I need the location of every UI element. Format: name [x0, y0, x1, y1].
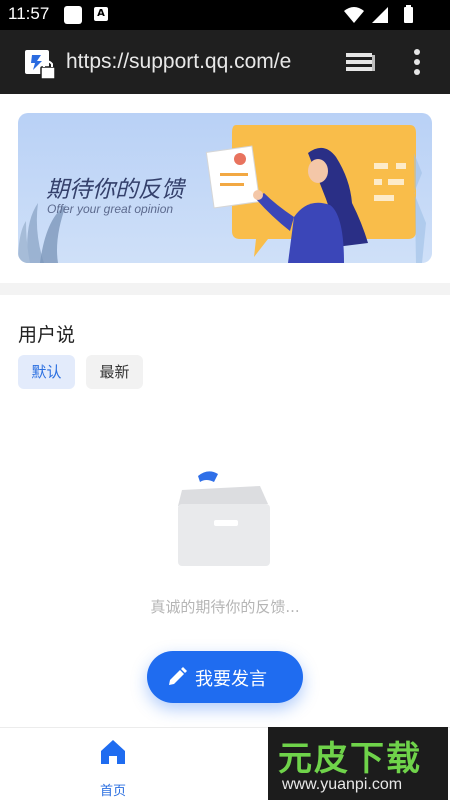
post-comment-button[interactable]: 我要发言 [147, 651, 303, 703]
battery-icon [404, 5, 413, 23]
banner-title: 期待你的反馈 [46, 177, 184, 203]
status-bar: 11:57 A [0, 0, 450, 30]
nav-item-home[interactable]: 首页 [88, 738, 138, 799]
post-button-label: 我要发言 [195, 669, 267, 690]
url-field[interactable]: https://support.qq.com/e [66, 50, 318, 74]
status-time: 11:57 [8, 4, 50, 23]
overflow-menu-icon[interactable] [412, 48, 422, 80]
tabs-icon[interactable] [344, 50, 376, 78]
tab-default[interactable]: 默认 [18, 355, 75, 389]
watermark-url: www.yuanpi.com [282, 776, 403, 793]
banner-subtitle: Offer your great opinion [47, 202, 174, 216]
tab-newest[interactable]: 最新 [86, 355, 143, 389]
empty-state-text: 真诚的期待你的反馈... [150, 598, 300, 616]
nav-home-label: 首页 [99, 784, 126, 799]
a-letter-icon: A [94, 7, 108, 21]
feedback-banner[interactable]: 期待你的反馈 Offer your great opinion [18, 113, 432, 263]
wifi-icon [344, 7, 364, 23]
section-divider [0, 283, 450, 295]
watermark-logo: 元皮下载 www.yuanpi.com [268, 727, 448, 800]
pencil-icon [167, 667, 187, 691]
browser-url-bar: https://support.qq.com/e [0, 30, 450, 94]
status-icons [342, 5, 442, 25]
empty-box-icon [178, 471, 270, 566]
section-title: 用户说 [18, 324, 76, 346]
signal-icon [372, 7, 388, 23]
site-secure-icon[interactable] [24, 48, 58, 86]
home-icon [99, 738, 127, 770]
notification-square-icon [64, 6, 82, 24]
watermark-logo-text: 元皮下载 [278, 739, 422, 779]
